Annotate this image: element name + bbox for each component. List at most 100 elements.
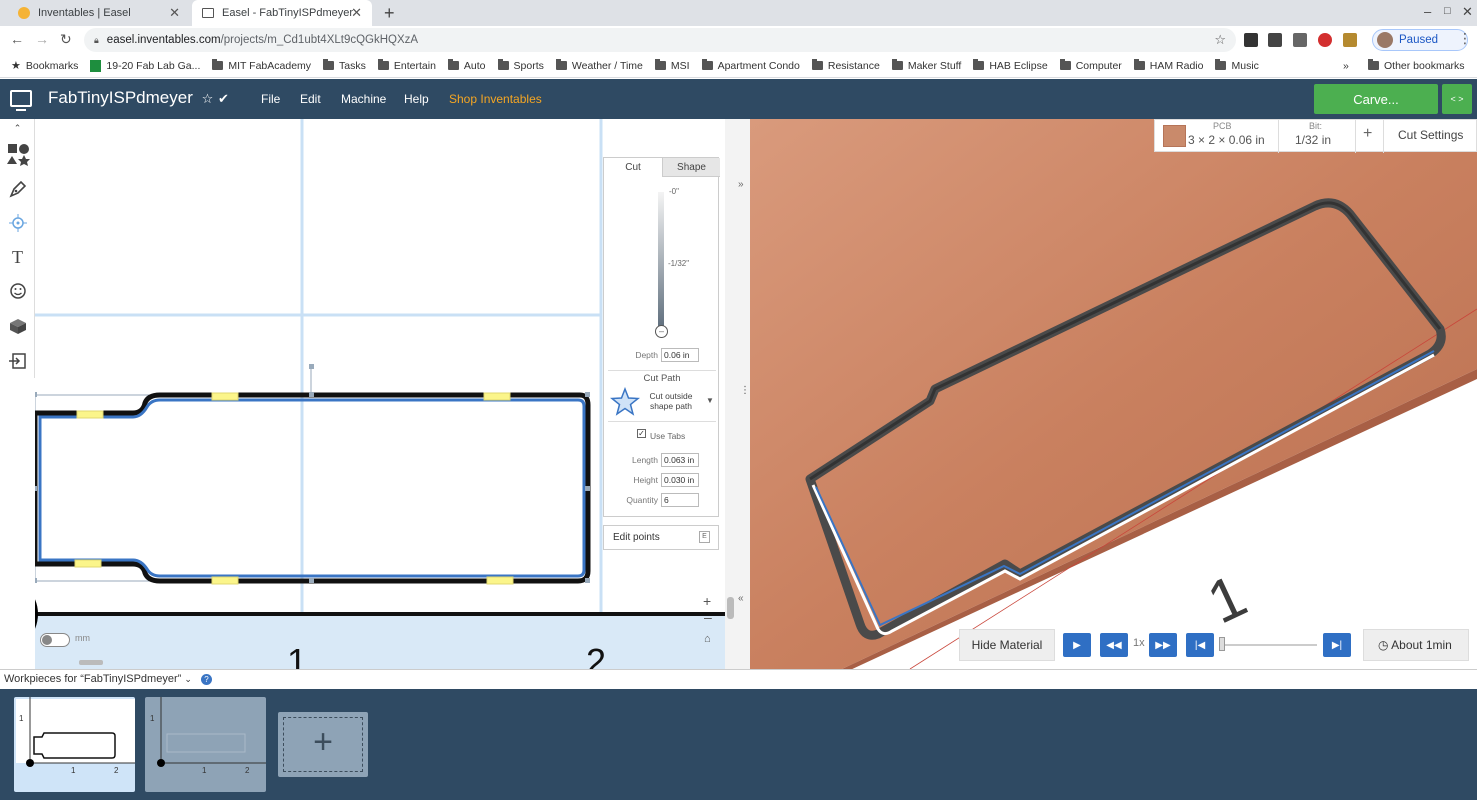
thumb-x-label: 2 [245,766,250,775]
close-window-icon[interactable]: ✕ [1462,4,1473,20]
play-button[interactable]: ▶ [1063,633,1091,657]
unit-toggle[interactable] [40,633,70,647]
scrollbar-thumb[interactable] [727,597,734,619]
bookmark-folder[interactable]: HAB Eclipse [973,59,1048,72]
bookmark-folder[interactable]: MSI [654,59,690,72]
slower-button[interactable]: ◀◀ [1100,633,1128,657]
address-bar[interactable]: 🔒︎ easel.inventables.com/projects/m_Cd1u… [84,28,1236,52]
cut-path-select[interactable]: Cut outside shape path [644,391,698,411]
bookmark-folder[interactable]: Maker Stuff [891,59,961,72]
import-tool-icon[interactable] [0,344,35,378]
adblock-icon[interactable] [1318,33,1332,47]
close-tab-icon[interactable]: ✕ [169,5,180,21]
use-tabs-checkbox[interactable]: ✓ [637,429,646,438]
workpiece-thumbnail-1[interactable]: 1 1 2 [14,697,135,792]
close-tab-icon[interactable]: ✕ [351,5,362,21]
depth-slider[interactable] [658,192,664,332]
profile-button[interactable]: Paused [1372,29,1468,51]
bookmark-folder[interactable]: Auto [447,59,486,72]
tab-shape[interactable]: Shape [662,158,720,177]
progress-track[interactable] [1221,644,1317,646]
material-swatch[interactable] [1163,125,1186,147]
home-view-icon[interactable]: ⌂ [704,633,711,645]
other-bookmarks[interactable]: Other bookmarks [1368,59,1465,72]
edit-points-button[interactable]: Edit points E [603,525,719,550]
menu-help[interactable]: Help [404,92,429,106]
bit-value[interactable]: 1/32 in [1295,133,1331,147]
time-estimate[interactable]: ◷ About 1min [1363,629,1469,661]
tab-cut[interactable]: Cut [604,158,662,177]
panel-divider[interactable]: » ⋮ « [725,119,750,669]
hide-material-button[interactable]: Hide Material [959,629,1055,661]
new-tab-icon[interactable]: + [384,3,395,24]
browser-tab-inventables[interactable]: Inventables | Easel ✕ [8,0,190,26]
favorite-star-icon[interactable]: ☆ [202,91,214,106]
bookmark-item[interactable]: 19-20 Fab Lab Ga... [90,59,200,72]
icon-library-icon[interactable] [0,274,35,308]
carve-preview-3d[interactable]: 1 [750,119,1477,669]
shapes-tool-icon[interactable] [0,137,35,171]
faster-button[interactable]: ▶▶ [1149,633,1177,657]
extension-icon[interactable] [1268,33,1282,47]
zoom-out-icon[interactable]: – [704,609,712,625]
menu-edit[interactable]: Edit [300,92,321,106]
drag-handle-icon[interactable]: ⋮ [740,385,750,396]
zoom-in-icon[interactable]: + [703,593,711,609]
bookmark-folder[interactable]: Tasks [323,59,366,72]
bookmark-folder[interactable]: Computer [1059,59,1122,72]
skip-end-button[interactable]: ▶| [1323,633,1351,657]
progress-handle[interactable] [1219,637,1225,651]
minimize-window-icon[interactable]: – [1424,4,1431,19]
maximize-window-icon[interactable]: □ [1444,5,1451,17]
menu-file[interactable]: File [261,92,280,106]
extension-icon[interactable] [1293,33,1307,47]
bookmarks-overflow[interactable]: » [1343,60,1349,72]
tab-quantity-input[interactable]: 6 [661,493,699,507]
chevron-down-icon[interactable]: ⌄ [184,674,192,684]
tab-height-input[interactable]: 0.030 in [661,473,699,487]
project-title[interactable]: FabTinyISPdmeyer ☆ ✔ [48,88,229,108]
reload-icon[interactable]: ↻ [60,31,72,48]
extension-sk-icon[interactable] [1244,33,1258,47]
bookmark-folder[interactable]: Resistance [811,59,880,72]
collapse-toolbar-icon[interactable]: ⌃ [0,119,35,137]
bookmark-folder[interactable]: Music [1215,59,1259,72]
point-tool-icon[interactable] [0,206,35,240]
bookmark-folder[interactable]: Sports [497,59,544,72]
bookmark-star-icon[interactable]: ☆ [1214,32,1226,48]
bookmark-folder[interactable]: HAM Radio [1133,59,1203,72]
tab-length-input[interactable]: 0.063 in [661,453,699,467]
cut-settings-button[interactable]: Cut Settings [1398,128,1463,142]
bookmark-folder[interactable]: Apartment Condo [701,59,800,72]
text-tool-icon[interactable]: T [0,240,35,274]
cut-path-dropdown-icon[interactable]: ▼ [706,396,714,405]
browser-tab-easel[interactable]: Easel - FabTinyISPdmeyer ✕ [192,0,372,26]
material-dimensions[interactable]: 3 × 2 × 0.06 in [1188,133,1265,147]
bookmark-folder[interactable]: Entertain [377,59,436,72]
bookmark-folder[interactable]: Weather / Time [555,59,643,72]
workpiece-thumbnail-2[interactable]: 1 1 2 [145,697,266,792]
extension-icon[interactable] [1343,33,1357,47]
add-workpiece-button[interactable]: + [278,712,368,777]
bookmark-item[interactable]: ★ Bookmarks [11,59,78,73]
expand-preview-icon[interactable]: < > [1442,84,1472,114]
depth-slider-handle[interactable]: – [655,325,668,338]
depth-input[interactable]: 0.06 in [661,348,699,362]
apps-tool-icon[interactable] [0,309,35,343]
carve-button[interactable]: Carve... [1314,84,1438,114]
back-icon[interactable]: ← [10,31,24,47]
shop-inventables-link[interactable]: Shop Inventables [449,92,542,106]
add-bit-button[interactable]: + [1363,125,1372,143]
menu-machine[interactable]: Machine [341,92,386,106]
workpieces-header: Workpieces for “FabTinyISPdmeyer” ⌄ ? [0,669,1477,689]
forward-icon[interactable]: → [35,31,49,47]
browser-menu-icon[interactable]: ⋮ [1458,30,1472,47]
easel-logo-icon[interactable] [10,90,32,111]
help-icon[interactable]: ? [200,674,212,685]
rewind-start-button[interactable]: |◀ [1186,633,1214,657]
expand-panel-icon[interactable]: « [738,593,744,604]
cut-outside-star-icon[interactable] [609,386,641,419]
bookmark-folder[interactable]: MIT FabAcademy [212,59,311,72]
collapse-panel-icon[interactable]: » [738,179,744,190]
pen-tool-icon[interactable] [0,172,35,206]
